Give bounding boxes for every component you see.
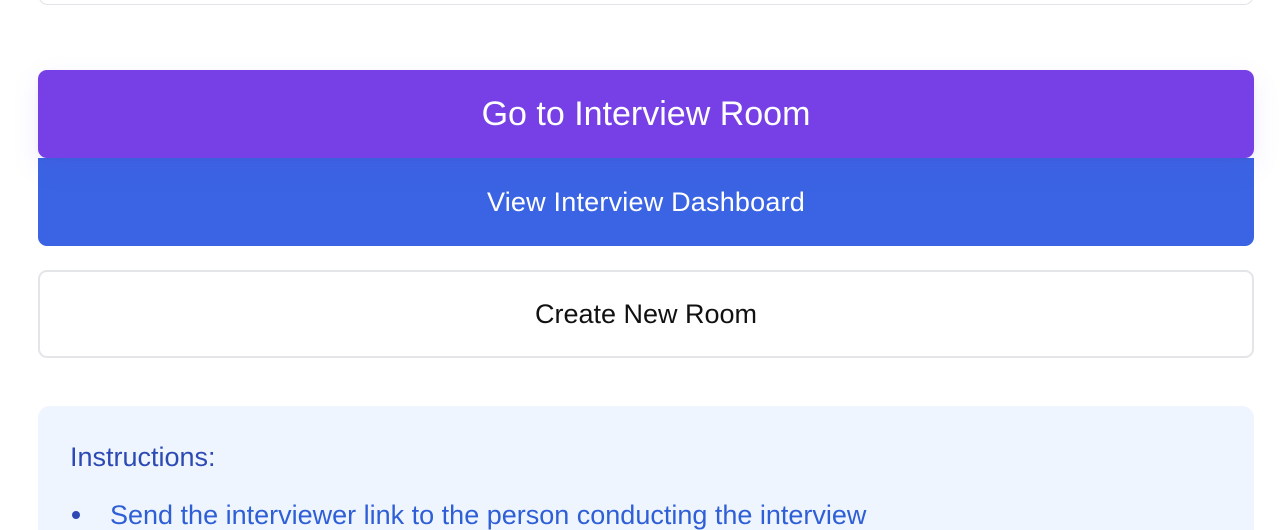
instructions-list: Send the interviewer link to the person …: [70, 495, 1222, 530]
view-interview-dashboard-button[interactable]: View Interview Dashboard: [38, 158, 1254, 246]
instruction-text: Send the interviewer link to the person …: [110, 499, 867, 530]
instructions-panel: Instructions: Send the interviewer link …: [38, 406, 1254, 530]
previous-card: [38, 0, 1254, 5]
bullet-icon: [72, 511, 80, 519]
page: Go to Interview Room View Interview Dash…: [0, 0, 1286, 530]
instructions-title: Instructions:: [70, 442, 216, 472]
list-item: Send the interviewer link to the person …: [70, 495, 1222, 530]
go-to-interview-room-button[interactable]: Go to Interview Room: [38, 70, 1254, 158]
create-new-room-button[interactable]: Create New Room: [38, 270, 1254, 358]
